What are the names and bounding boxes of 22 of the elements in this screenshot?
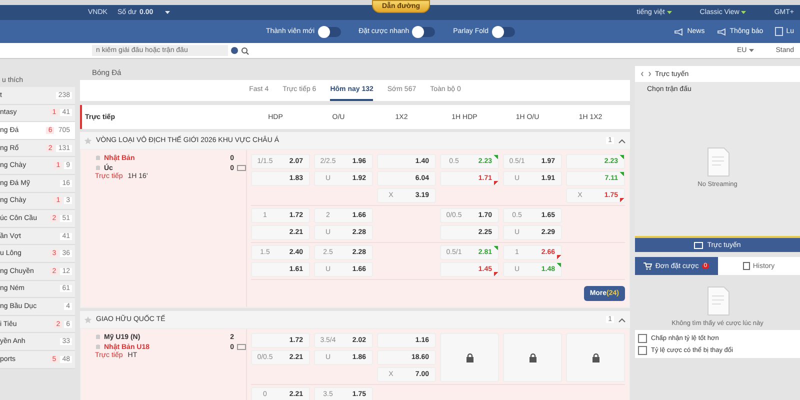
caret-icon — [748, 48, 754, 52]
megaphone-icon[interactable] — [674, 28, 684, 36]
lock-icon — [592, 352, 600, 362]
screen-icon — [694, 242, 704, 248]
toggle-switch[interactable] — [318, 26, 341, 36]
collapse-icon[interactable] — [618, 316, 626, 322]
lock-icon — [466, 352, 474, 362]
caret-icon — [165, 11, 170, 14]
star-icon[interactable] — [84, 136, 92, 144]
toggle-switch[interactable] — [492, 26, 514, 36]
search-icon[interactable] — [241, 46, 249, 54]
toggle-switch[interactable] — [413, 26, 436, 36]
star-icon[interactable] — [84, 316, 92, 324]
cart-icon — [643, 262, 652, 270]
megaphone-icon[interactable] — [716, 28, 727, 36]
document-icon[interactable] — [775, 27, 784, 36]
caret-icon — [741, 10, 746, 14]
clear-icon[interactable] — [231, 47, 238, 54]
document-icon — [742, 262, 750, 270]
caret-icon — [666, 10, 672, 14]
collapse-icon[interactable] — [618, 138, 626, 144]
lock-icon — [528, 352, 536, 362]
